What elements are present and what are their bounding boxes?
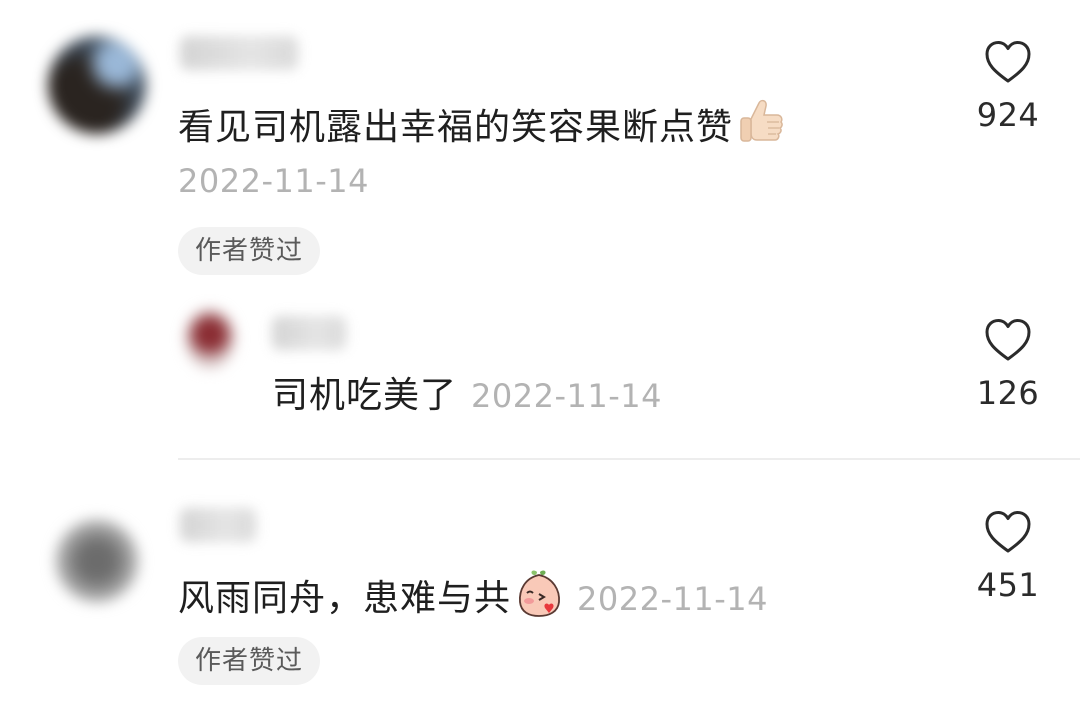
like-button[interactable]: 451: [953, 510, 1063, 604]
author-liked-badge: 作者赞过: [178, 227, 321, 275]
blushing-peach-sticker-icon: [515, 568, 563, 629]
comment-list: 看见司机露出幸福的笑容果断点赞 2022-11-14 作者赞过 924 司机吃美…: [0, 0, 1080, 703]
comment-date: 2022-11-14: [471, 377, 662, 415]
comment-text: 看见司机露出幸福的笑容果断点赞: [178, 97, 785, 158]
like-count: 126: [976, 374, 1040, 412]
like-button[interactable]: 924: [953, 40, 1063, 134]
like-count: 451: [976, 566, 1040, 604]
reply-text: 司机吃美了 2022-11-14: [272, 374, 662, 418]
like-button[interactable]: 126: [953, 318, 1063, 412]
thumbs-up-icon: [737, 97, 785, 158]
comment-text: 风雨同舟，患难与共 2022-11-14: [178, 568, 768, 629]
avatar[interactable]: [56, 520, 138, 602]
author-liked-badge: 作者赞过: [178, 637, 321, 685]
comment-body: 看见司机露出幸福的笑容果断点赞: [178, 107, 734, 148]
comment-body: 风雨同舟，患难与共: [178, 578, 512, 619]
avatar[interactable]: [186, 310, 234, 368]
heart-icon[interactable]: [984, 510, 1032, 554]
username-blurred[interactable]: [180, 36, 298, 70]
heart-icon[interactable]: [984, 40, 1032, 84]
comment-body: 司机吃美了: [272, 375, 458, 416]
comment-date: 2022-11-14: [577, 580, 768, 618]
comment-date: 2022-11-14: [178, 162, 369, 200]
avatar[interactable]: [48, 36, 146, 134]
divider: [178, 458, 1080, 460]
like-count: 924: [976, 96, 1040, 134]
heart-icon[interactable]: [984, 318, 1032, 362]
username-blurred[interactable]: [180, 508, 256, 542]
username-blurred[interactable]: [272, 316, 346, 350]
